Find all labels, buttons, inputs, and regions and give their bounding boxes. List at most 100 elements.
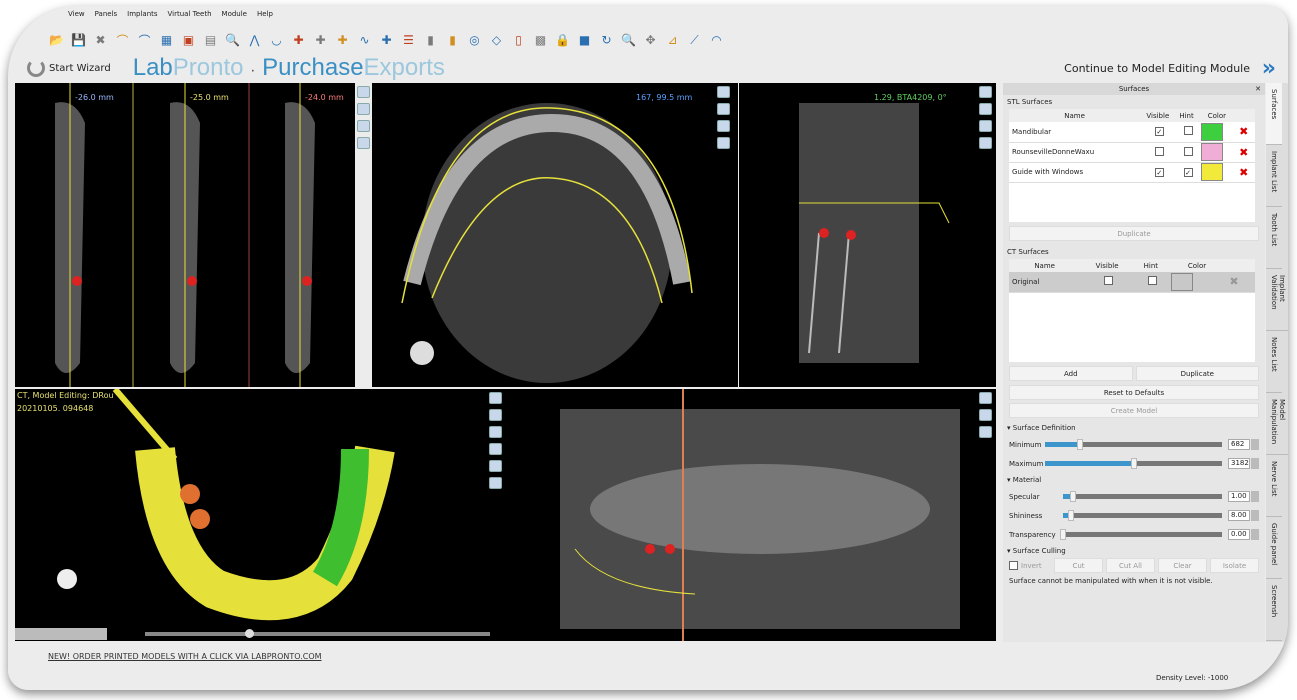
close-file-icon[interactable]: ✖: [92, 30, 109, 50]
surface-row[interactable]: RounsevilleDonneWaxu ✖: [1009, 142, 1255, 163]
color-swatch[interactable]: [1170, 272, 1193, 291]
hint-checkbox[interactable]: [1183, 146, 1193, 156]
mandible-icon[interactable]: ◡: [268, 30, 285, 50]
crown-icon[interactable]: ◇: [488, 30, 505, 50]
reset-defaults-button[interactable]: Reset to Defaults: [1009, 385, 1259, 400]
visible-checkbox[interactable]: [1104, 276, 1114, 286]
tool-button[interactable]: [979, 392, 992, 404]
hint-checkbox[interactable]: [1147, 276, 1157, 286]
delete-icon[interactable]: ✖: [1236, 162, 1255, 183]
specular-slider[interactable]: [1063, 491, 1222, 502]
visible-checkbox[interactable]: ✓: [1154, 167, 1164, 177]
side-tab[interactable]: Implant List: [1266, 145, 1282, 207]
promo-link[interactable]: NEW! ORDER PRINTED MODELS WITH A CLICK V…: [48, 652, 322, 661]
spinner[interactable]: [1251, 439, 1259, 450]
hint-checkbox[interactable]: [1183, 126, 1193, 136]
list-icon[interactable]: ☰: [400, 30, 417, 50]
culling-header[interactable]: ▾ Surface Culling: [1003, 544, 1265, 558]
spinner[interactable]: [1251, 529, 1259, 540]
visible-checkbox[interactable]: [1154, 146, 1164, 156]
tool-button[interactable]: [979, 426, 992, 438]
3d-model-viewport[interactable]: CT, Model Editing: DRou 20210105. 094648: [15, 389, 505, 627]
visible-checkbox[interactable]: ✓: [1154, 127, 1164, 137]
delete-icon[interactable]: ✖: [1236, 142, 1255, 163]
tool-button[interactable]: [357, 120, 370, 132]
side-tab[interactable]: Notes List: [1266, 331, 1282, 393]
angle-icon[interactable]: ◠: [708, 30, 725, 50]
color-swatch[interactable]: [1200, 143, 1223, 161]
menu-implants[interactable]: Implants: [127, 10, 157, 24]
menu-module[interactable]: Module: [222, 10, 247, 24]
layers-icon[interactable]: ▣: [180, 30, 197, 50]
arch2-icon[interactable]: ⌒: [136, 30, 153, 50]
tool-button[interactable]: [489, 392, 502, 404]
create-model-button[interactable]: Create Model: [1009, 403, 1259, 418]
sleeve-icon[interactable]: ▯: [510, 30, 527, 50]
start-wizard-button[interactable]: Start Wizard: [27, 59, 111, 77]
side-tab[interactable]: Guide panel: [1266, 517, 1282, 579]
lock-icon[interactable]: 🔒: [554, 30, 571, 50]
brand-logo[interactable]: LabPronto · PurchaseExports: [133, 54, 445, 82]
pan-icon[interactable]: ✥: [642, 30, 659, 50]
side-tab[interactable]: Implant Validation: [1266, 269, 1288, 331]
nerve-icon[interactable]: ⋀: [246, 30, 263, 50]
pin-icon[interactable]: ✚: [378, 30, 395, 50]
side-tab[interactable]: Screensh: [1266, 579, 1282, 641]
close-icon[interactable]: ✕: [1255, 83, 1261, 95]
curve-icon[interactable]: ∿: [356, 30, 373, 50]
surface-row[interactable]: Mandibular ✓ ✖: [1009, 122, 1255, 143]
save-icon[interactable]: 💾: [70, 30, 87, 50]
model-slider[interactable]: [145, 629, 490, 638]
continue-chevron-icon[interactable]: »: [1262, 56, 1276, 81]
delete-icon[interactable]: ✖: [1236, 122, 1255, 143]
spinner[interactable]: [1251, 510, 1259, 521]
dicom-search-icon[interactable]: 🔍: [224, 30, 241, 50]
add-tooth-icon[interactable]: ✚: [334, 30, 351, 50]
color-swatch[interactable]: [1200, 122, 1223, 141]
tool-button[interactable]: [979, 120, 992, 132]
transparency-input[interactable]: 0.00: [1228, 529, 1250, 540]
side-tab[interactable]: Tooth List: [1266, 207, 1282, 269]
spinner[interactable]: [1251, 491, 1259, 502]
model-select[interactable]: [15, 628, 107, 640]
panoramic-viewport[interactable]: [505, 389, 996, 641]
clear-button[interactable]: Clear: [1158, 558, 1207, 573]
tool-button[interactable]: [717, 120, 730, 132]
zoom-icon[interactable]: 🔍: [620, 30, 637, 50]
tooth-chart-icon[interactable]: ▤: [202, 30, 219, 50]
tool-button[interactable]: [489, 409, 502, 421]
tool-button[interactable]: [717, 137, 730, 149]
tool-button[interactable]: [357, 103, 370, 115]
side-tab[interactable]: Nerve List: [1266, 455, 1282, 517]
add-implant-icon[interactable]: ✚: [290, 30, 307, 50]
tool-button[interactable]: [979, 137, 992, 149]
surface-definition-header[interactable]: ▾ Surface Definition: [1003, 421, 1265, 435]
menu-help[interactable]: Help: [257, 10, 273, 24]
tool-button[interactable]: [489, 460, 502, 472]
ruler-icon[interactable]: ⟋: [686, 30, 703, 50]
spinner[interactable]: [1251, 458, 1259, 469]
rotate-icon[interactable]: ↻: [598, 30, 615, 50]
maximum-slider[interactable]: [1045, 458, 1222, 469]
duplicate-button[interactable]: Duplicate: [1009, 226, 1259, 241]
palette-icon[interactable]: ▩: [532, 30, 549, 50]
duplicate-ct-button[interactable]: Duplicate: [1135, 366, 1259, 381]
material-header[interactable]: ▾ Material: [1003, 473, 1265, 487]
menu-panels[interactable]: Panels: [95, 10, 118, 24]
side-tab[interactable]: Surfaces: [1266, 83, 1282, 145]
abutment-icon[interactable]: ▮: [444, 30, 461, 50]
measure-icon[interactable]: ⊿: [664, 30, 681, 50]
tool-button[interactable]: [489, 426, 502, 438]
tool-button[interactable]: [489, 477, 502, 489]
specular-input[interactable]: 1.00: [1228, 491, 1250, 502]
tool-button[interactable]: [357, 137, 370, 149]
menu-view[interactable]: View: [68, 10, 85, 24]
cut-button[interactable]: Cut: [1054, 558, 1103, 573]
add-button[interactable]: Add: [1009, 366, 1133, 381]
shininess-slider[interactable]: [1063, 510, 1222, 521]
maximum-input[interactable]: 3182: [1228, 458, 1250, 469]
contrast-icon[interactable]: ■: [576, 30, 593, 50]
menu-virtual-teeth[interactable]: Virtual Teeth: [168, 10, 212, 24]
color-swatch[interactable]: [1200, 163, 1223, 181]
open-icon[interactable]: 📂: [48, 30, 65, 50]
